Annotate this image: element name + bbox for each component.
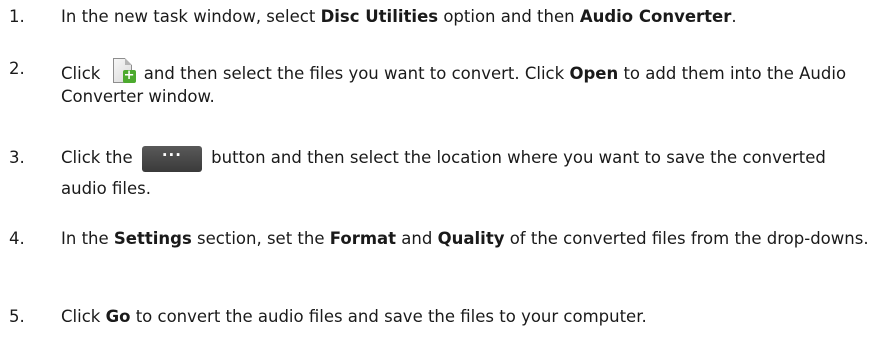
step-text-part: option and then xyxy=(438,7,580,26)
format-label: Format xyxy=(329,229,397,248)
open-label: Open xyxy=(569,64,619,83)
audio-converter-label: Audio Converter xyxy=(579,7,732,26)
step-text: In the new task window, select Disc Util… xyxy=(61,6,873,27)
step-text-part: In the new task window, select xyxy=(61,7,321,26)
step-text-part: section, set the xyxy=(191,229,330,248)
step-number: 3. xyxy=(9,148,25,167)
step-text: In the Settings section, set the Format … xyxy=(61,228,873,249)
step-text-part: In the xyxy=(61,229,114,248)
step-text-part: Click xyxy=(61,64,106,83)
settings-label: Settings xyxy=(113,229,192,248)
step-number: 5. xyxy=(9,307,25,326)
step-text-part: and then select the files you want to co… xyxy=(138,64,570,83)
quality-label: Quality xyxy=(437,229,505,248)
go-label: Go xyxy=(105,307,131,326)
disc-utilities-label: Disc Utilities xyxy=(320,7,439,26)
step-text-part: to convert the audio files and save the … xyxy=(130,307,647,326)
step-text-part: Click xyxy=(61,307,106,326)
step-text-part: . xyxy=(731,7,737,26)
step-number: 1. xyxy=(9,7,25,26)
step-text-part: Click the xyxy=(61,148,138,167)
step-text: Click the ··· button and then select the… xyxy=(61,146,873,199)
browse-button-label: ··· xyxy=(161,146,182,164)
browse-button-icon: ··· xyxy=(141,146,202,172)
step-text: Click + and then select the files you wa… xyxy=(61,58,873,107)
step-text-part: of the converted files from the drop-dow… xyxy=(504,229,869,248)
step-text-part: and xyxy=(396,229,438,248)
step-text: Click Go to convert the audio files and … xyxy=(61,306,873,327)
step-number: 4. xyxy=(9,229,25,248)
step-number: 2. xyxy=(9,59,25,78)
add-file-icon: + xyxy=(112,58,136,86)
